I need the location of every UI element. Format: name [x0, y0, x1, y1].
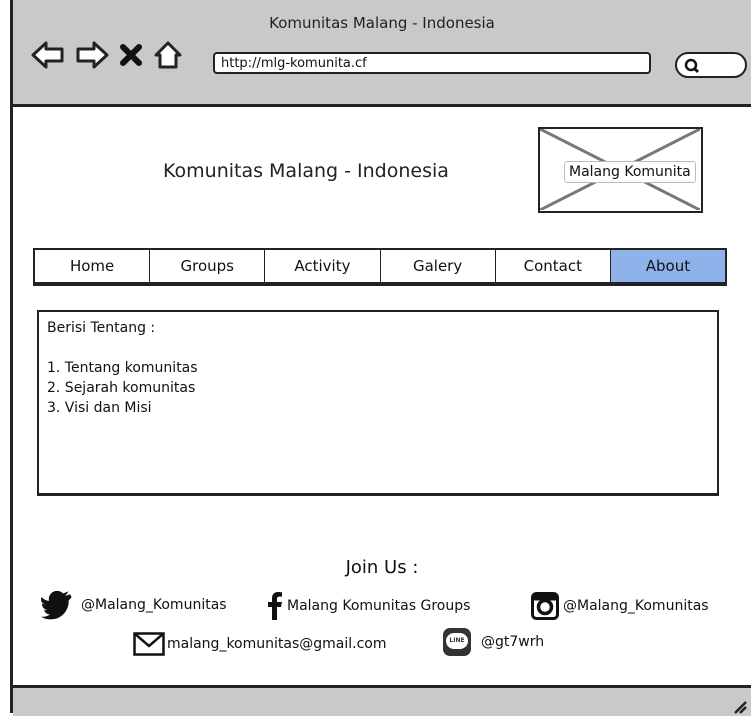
- main-nav: Home Groups Activity Galery Contact Abou…: [33, 248, 727, 286]
- url-input[interactable]: http://mlg-komunita.cf: [213, 52, 651, 74]
- instagram-handle: @Malang_Komunitas: [563, 598, 709, 614]
- stop-icon[interactable]: [119, 43, 143, 67]
- email-link[interactable]: malang_komunitas@gmail.com: [133, 632, 387, 656]
- tab-contact[interactable]: Contact: [494, 250, 610, 282]
- line-icon: LINE: [443, 628, 471, 656]
- logo-placeholder: Malang Komunita: [538, 127, 703, 213]
- twitter-link[interactable]: @Malang_Komunitas: [41, 590, 227, 620]
- join-us-label: Join Us :: [345, 557, 419, 578]
- tab-groups[interactable]: Groups: [149, 250, 265, 282]
- tab-home[interactable]: Home: [35, 250, 150, 282]
- email-address: malang_komunitas@gmail.com: [167, 636, 387, 652]
- tab-activity[interactable]: Activity: [264, 250, 380, 282]
- list-item: 2. Sejarah komunitas: [47, 380, 196, 396]
- instagram-icon: [531, 592, 559, 620]
- back-arrow-icon[interactable]: [31, 40, 65, 70]
- line-link[interactable]: LINE @gt7wrh: [443, 628, 544, 656]
- search-field[interactable]: [675, 52, 747, 78]
- list-item: 1. Tentang komunitas: [47, 360, 198, 376]
- facebook-icon: [268, 592, 282, 620]
- line-badge-text: LINE: [449, 637, 465, 644]
- tab-galery[interactable]: Galery: [379, 250, 495, 282]
- browser-toolbar: Komunitas Malang - Indonesia http://mlg-…: [13, 0, 751, 107]
- forward-arrow-icon[interactable]: [75, 40, 109, 70]
- navigation-buttons: [31, 40, 183, 70]
- facebook-group: Malang Komunitas Groups: [287, 598, 471, 614]
- page-title: Komunitas Malang - Indonesia: [163, 160, 449, 182]
- home-icon[interactable]: [153, 40, 183, 70]
- logo-label: Malang Komunita: [564, 161, 696, 183]
- tab-about[interactable]: About: [609, 250, 726, 282]
- line-id: @gt7wrh: [481, 634, 545, 650]
- browser-status-bar: [13, 685, 751, 716]
- search-icon: [684, 58, 700, 74]
- resize-grip-icon[interactable]: [731, 698, 747, 714]
- twitter-handle: @Malang_Komunitas: [81, 597, 227, 613]
- facebook-link[interactable]: Malang Komunitas Groups: [265, 592, 470, 620]
- list-item: 3. Visi dan Misi: [47, 400, 152, 416]
- browser-window: Komunitas Malang - Indonesia http://mlg-…: [10, 0, 751, 716]
- window-title: Komunitas Malang - Indonesia: [269, 14, 495, 32]
- twitter-bird-icon: [41, 590, 72, 620]
- instagram-link[interactable]: @Malang_Komunitas: [531, 592, 709, 620]
- content-heading: Berisi Tentang :: [47, 320, 156, 336]
- about-content-box: Berisi Tentang : 1. Tentang komunitas 2.…: [37, 310, 719, 496]
- mail-envelope-icon: [133, 632, 165, 656]
